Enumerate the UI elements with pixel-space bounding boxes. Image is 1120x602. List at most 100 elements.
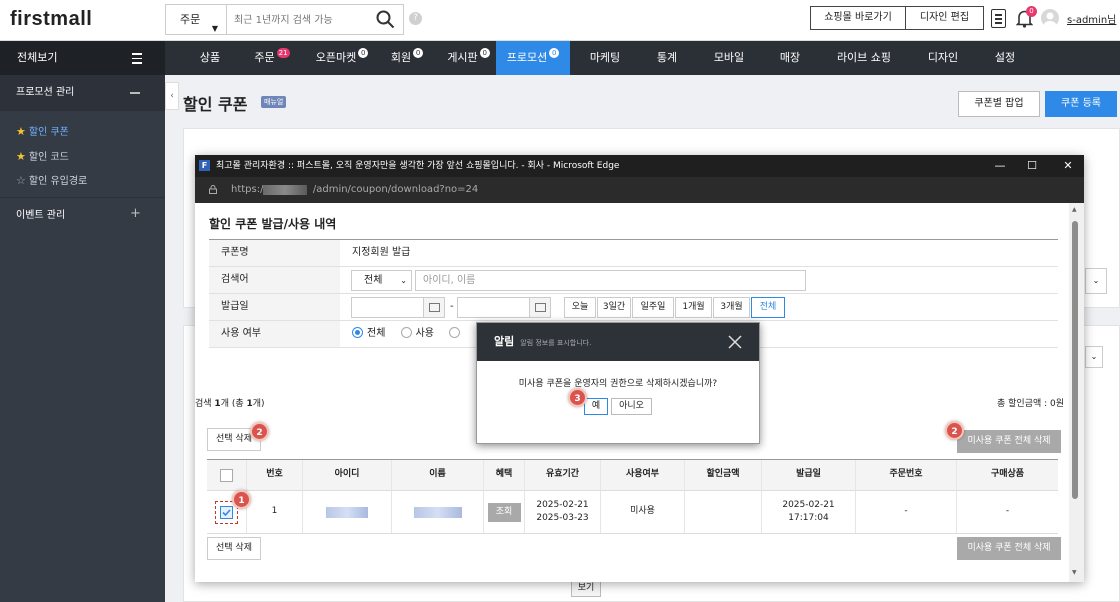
radio-all[interactable]: 전체 bbox=[352, 327, 385, 339]
scroll-down-icon[interactable]: ▼ bbox=[1072, 569, 1077, 576]
close-icon[interactable] bbox=[728, 335, 742, 349]
nav-promotion[interactable]: 프로모션 0 bbox=[496, 41, 570, 75]
shop-link-button[interactable]: 쇼핑몰 바로가기 bbox=[810, 6, 906, 30]
period-week[interactable]: 일주일 bbox=[632, 297, 674, 318]
scroll-up-icon[interactable]: ▲ bbox=[1072, 206, 1077, 213]
count-badge: 0 bbox=[358, 48, 369, 58]
notification-badge: 0 bbox=[1026, 6, 1037, 17]
sidebar-item-inflow-route[interactable]: ☆ 할인 유입경로 bbox=[16, 172, 87, 187]
cell-name bbox=[392, 491, 484, 533]
period-3days[interactable]: 3일간 bbox=[597, 297, 631, 318]
sidebar-toggle-chevron-icon[interactable]: ‹ bbox=[165, 82, 179, 110]
search-type-value: 주문 bbox=[180, 13, 201, 26]
chevron-down-icon: ▼ bbox=[211, 24, 218, 33]
radio-unused[interactable] bbox=[449, 327, 464, 339]
radio-used[interactable]: 사용 bbox=[400, 327, 434, 339]
calendar-icon[interactable] bbox=[529, 297, 551, 318]
coupon-popup-button[interactable]: 쿠폰별 팝업 bbox=[958, 91, 1040, 117]
confirm-yes-button[interactable]: 예 bbox=[584, 398, 608, 415]
cell-valid-period: 2025-02-21 2025-03-23 bbox=[525, 491, 601, 533]
manual-badge[interactable]: 매뉴얼 bbox=[261, 96, 287, 108]
delete-selected-button-bottom[interactable]: 선택 삭제 bbox=[207, 537, 261, 560]
alert-title: 알림 bbox=[494, 335, 515, 348]
select-all-checkbox[interactable] bbox=[220, 468, 233, 482]
avatar[interactable] bbox=[1041, 9, 1059, 27]
page-title: 할인 쿠폰 bbox=[183, 95, 248, 114]
delete-unused-all-button[interactable]: 미사용 쿠폰 전체 삭제 bbox=[957, 430, 1061, 453]
table-row: 1 조회 2025-02-21 2025-03-23 미사용 2025-02-21… bbox=[207, 491, 1058, 534]
col-no: 번호 bbox=[247, 460, 303, 490]
search-icon[interactable] bbox=[376, 10, 395, 29]
redacted-domain bbox=[263, 185, 307, 195]
expand-plus-icon[interactable]: + bbox=[130, 206, 141, 221]
star-icon: ★ bbox=[16, 125, 26, 138]
nav-openmarket[interactable]: 오픈마켓 0 bbox=[309, 41, 375, 75]
nav-store[interactable]: 매장 bbox=[773, 41, 807, 75]
sidebar-item-discount-coupon[interactable]: ★ 할인 쿠폰 bbox=[16, 123, 69, 138]
col-discount: 할인금액 bbox=[685, 460, 762, 490]
all-view-button[interactable]: 전체보기 bbox=[0, 41, 165, 75]
coupon-register-button[interactable]: 쿠폰 등록 bbox=[1045, 91, 1117, 117]
nav-product[interactable]: 상품 bbox=[188, 41, 232, 75]
count-badge: 21 bbox=[276, 48, 290, 58]
alert-dialog: 알림 알림 정보를 표시합니다. 미사용 쿠폰을 운영자의 권한으로 삭제하시겠습… bbox=[476, 322, 760, 444]
document-icon[interactable] bbox=[991, 9, 1006, 28]
scrollbar[interactable]: ▲ ▼ bbox=[1069, 203, 1084, 582]
col-issue-date: 발급일 bbox=[762, 460, 856, 490]
count-badge: 0 bbox=[413, 48, 424, 58]
help-icon[interactable]: ? bbox=[409, 12, 422, 25]
chevron-down-icon[interactable]: ⌄ bbox=[1085, 346, 1103, 368]
logo[interactable]: firstmall bbox=[10, 8, 92, 31]
start-date-input[interactable] bbox=[351, 297, 425, 318]
hamburger-icon[interactable] bbox=[132, 53, 142, 67]
period-3months[interactable]: 3개월 bbox=[713, 297, 750, 318]
nav-statistics[interactable]: 통계 bbox=[648, 41, 686, 75]
period-1month[interactable]: 1개월 bbox=[675, 297, 712, 318]
col-valid-period: 유효기간 bbox=[525, 460, 601, 490]
cell-discount bbox=[685, 491, 762, 533]
nav-board[interactable]: 게시판 0 bbox=[441, 41, 496, 75]
calendar-icon[interactable] bbox=[423, 297, 445, 318]
step-callout-1: 1 bbox=[232, 490, 251, 509]
nav-design[interactable]: 디자인 bbox=[921, 41, 965, 75]
sidebar-section-promotion[interactable]: 프로모션 관리 bbox=[0, 75, 165, 111]
keyword-input[interactable]: 아이디, 이름 bbox=[415, 270, 806, 291]
star-outline-icon: ☆ bbox=[16, 174, 26, 187]
scroll-thumb[interactable] bbox=[1072, 221, 1078, 499]
confirm-no-button[interactable]: 아니오 bbox=[611, 398, 652, 415]
all-view-label: 전체보기 bbox=[17, 51, 58, 64]
collapse-minus-icon[interactable] bbox=[130, 92, 140, 94]
row-checkbox[interactable] bbox=[220, 505, 233, 519]
nav-live-shopping[interactable]: 라이브 쇼핑 bbox=[830, 41, 898, 75]
design-edit-button[interactable]: 디자인 편집 bbox=[905, 6, 984, 30]
cell-use-status: 미사용 bbox=[601, 491, 685, 533]
address-bar[interactable]: https:// /admin/coupon/download?no=24 bbox=[195, 177, 1084, 203]
keyword-type-select[interactable]: 전체 ⌄ bbox=[351, 270, 412, 291]
sidebar-item-discount-code[interactable]: ★ 할인 코드 bbox=[16, 148, 69, 163]
coupon-name-label: 쿠폰명 bbox=[209, 240, 340, 266]
maximize-icon[interactable]: ☐ bbox=[1016, 155, 1048, 177]
delete-unused-all-button-bottom[interactable]: 미사용 쿠폰 전체 삭제 bbox=[957, 537, 1061, 560]
background-view-button[interactable]: 보기 bbox=[571, 580, 601, 597]
coupon-name-value: 지정회원 발급 bbox=[352, 247, 411, 258]
col-benefit: 혜택 bbox=[484, 460, 525, 490]
chevron-down-icon[interactable]: ⌄ bbox=[1085, 268, 1107, 294]
nav-mobile[interactable]: 모바일 bbox=[707, 41, 751, 75]
minimize-icon[interactable]: — bbox=[984, 155, 1016, 177]
nav-settings[interactable]: 설정 bbox=[986, 41, 1024, 75]
period-today[interactable]: 오늘 bbox=[564, 297, 596, 318]
nav-member[interactable]: 회원 0 bbox=[385, 41, 429, 75]
step-callout-3: 3 bbox=[568, 388, 587, 407]
user-name[interactable]: s-admin님 bbox=[1067, 11, 1116, 26]
end-date-input[interactable] bbox=[457, 297, 531, 318]
search-type-select[interactable]: 주문 ▼ bbox=[166, 5, 227, 34]
cell-order-no: - bbox=[856, 491, 957, 533]
benefit-view-button[interactable]: 조회 bbox=[487, 502, 521, 522]
top-header: firstmall 주문 ▼ ? 쇼핑몰 바로가기 디자인 편집 0 s-admi… bbox=[0, 0, 1120, 41]
search-input[interactable] bbox=[234, 13, 364, 27]
nav-order[interactable]: 주문 21 bbox=[245, 41, 299, 75]
step-callout-2b: 2 bbox=[945, 421, 964, 440]
nav-marketing[interactable]: 마케팅 bbox=[582, 41, 628, 75]
close-icon[interactable]: ✕ bbox=[1052, 155, 1084, 177]
period-all[interactable]: 전체 bbox=[751, 297, 785, 318]
